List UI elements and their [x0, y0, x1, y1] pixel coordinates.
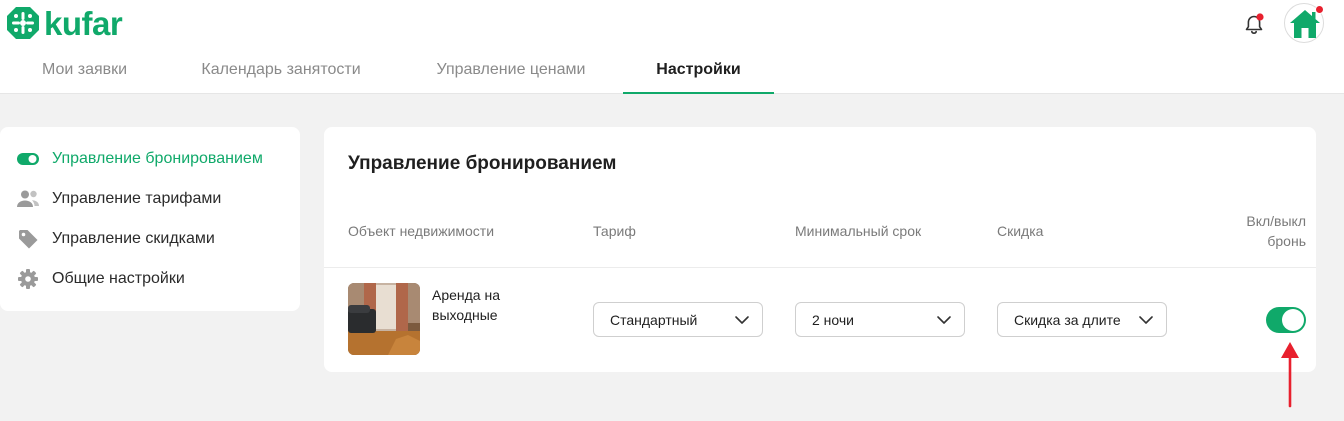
tab-settings[interactable]: Настройки — [623, 55, 774, 94]
sidebar-item-booking-management[interactable]: Управление бронированием — [16, 147, 263, 171]
user-avatar[interactable] — [1284, 3, 1324, 43]
tag-icon — [16, 227, 40, 251]
toggle-icon — [16, 147, 40, 171]
discount-select[interactable]: Скидка за длите — [997, 302, 1167, 337]
page-title: Управление бронированием — [348, 153, 617, 174]
settings-sidebar: Управление бронированием Управление тари… — [0, 127, 300, 311]
users-icon — [16, 187, 40, 211]
column-header-property: Объект недвижимости — [348, 223, 495, 239]
chevron-down-icon — [937, 316, 951, 324]
sidebar-item-label: Управление бронированием — [52, 150, 263, 167]
sidebar-item-label: Управление скидками — [52, 230, 215, 247]
bell-icon — [1245, 13, 1264, 34]
tab-my-requests[interactable]: Мои заявки — [38, 55, 131, 94]
booking-toggle-switch[interactable] — [1266, 307, 1306, 333]
notification-badge — [1256, 13, 1264, 21]
tab-price-management[interactable]: Управление ценами — [431, 55, 591, 94]
column-header-line: Вкл/выкл — [1246, 213, 1306, 229]
top-header: kufar Мои заявки Календарь занятости Упр… — [0, 0, 1344, 94]
sidebar-item-tariff-management[interactable]: Управление тарифами — [16, 187, 221, 211]
kufar-logo-icon — [7, 7, 39, 39]
column-header-booking-toggle: Вкл/выкл бронь — [1216, 211, 1306, 251]
sidebar-item-label: Общие настройки — [52, 270, 185, 287]
tariff-select-value: Стандартный — [610, 312, 698, 328]
min-term-select[interactable]: 2 ночи — [795, 302, 965, 337]
column-header-discount: Скидка — [997, 223, 1044, 239]
switch-knob — [1282, 309, 1304, 331]
discount-select-value: Скидка за длите — [1014, 312, 1121, 328]
notifications-button[interactable] — [1241, 12, 1267, 38]
sidebar-item-discount-management[interactable]: Управление скидками — [16, 227, 215, 251]
table-divider — [324, 267, 1316, 268]
column-header-line: бронь — [1267, 233, 1306, 249]
chevron-down-icon — [1139, 316, 1153, 324]
logo-wordmark: kufar — [44, 4, 123, 42]
property-photo[interactable] — [348, 283, 420, 355]
tab-occupancy-calendar[interactable]: Календарь занятости — [194, 55, 368, 94]
column-header-tariff: Тариф — [593, 223, 636, 239]
annotation-arrow-icon — [1281, 342, 1299, 408]
nav-tabs: Мои заявки Календарь занятости Управлени… — [0, 55, 1344, 94]
property-name[interactable]: Аренда на выходные — [432, 285, 552, 325]
tariff-select[interactable]: Стандартный — [593, 302, 763, 337]
avatar-badge — [1315, 5, 1324, 14]
min-term-select-value: 2 ночи — [812, 312, 854, 328]
gear-icon — [16, 267, 40, 291]
sidebar-item-general-settings[interactable]: Общие настройки — [16, 267, 185, 291]
kufar-logo[interactable]: kufar — [6, 4, 123, 42]
booking-management-card: Управление бронированием Объект недвижим… — [324, 127, 1316, 372]
chevron-down-icon — [735, 316, 749, 324]
sidebar-item-label: Управление тарифами — [52, 190, 222, 207]
column-header-min-term: Минимальный срок — [795, 223, 922, 239]
